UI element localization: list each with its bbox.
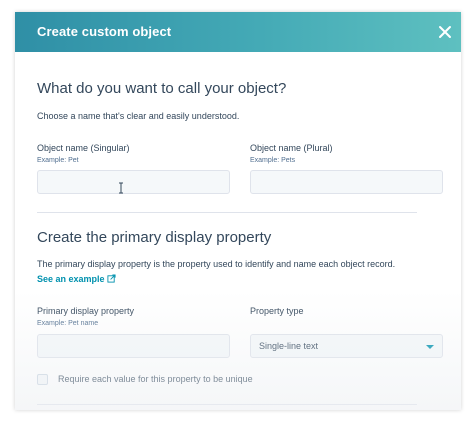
unique-value-label: Require each value for this property to … — [58, 374, 253, 384]
dialog-header: Create custom object — [15, 12, 461, 52]
plural-name-input[interactable] — [250, 170, 443, 194]
singular-name-label: Object name (Singular) — [37, 143, 130, 153]
plural-name-label: Object name (Plural) — [250, 143, 333, 153]
close-icon — [439, 26, 451, 38]
chevron-down-icon — [426, 345, 434, 349]
screen: Create custom object What do you want to… — [0, 0, 476, 425]
property-type-value: Single-line text — [259, 341, 319, 351]
see-an-example-link[interactable]: See an example — [37, 274, 116, 284]
singular-name-hint: Example: Pet — [37, 157, 79, 164]
naming-help-text: Choose a name that's clear and easily un… — [37, 111, 240, 121]
external-link-icon — [106, 274, 116, 283]
primary-display-property-hint: Example: Pet name — [37, 320, 99, 327]
create-custom-object-dialog: Create custom object What do you want to… — [15, 12, 461, 410]
primary-display-property-input[interactable] — [37, 334, 230, 358]
property-type-select[interactable]: Single-line text — [250, 334, 443, 358]
primary-display-property-label: Primary display property — [37, 306, 135, 316]
unique-value-checkbox[interactable] — [37, 374, 48, 385]
text-cursor-icon — [119, 182, 123, 194]
bottom-divider — [37, 404, 417, 405]
dialog-title: Create custom object — [37, 24, 172, 39]
display-property-help-text: The primary display property is the prop… — [37, 259, 396, 269]
property-type-label: Property type — [250, 306, 304, 316]
close-button[interactable] — [435, 22, 455, 42]
see-an-example-label: See an example — [37, 274, 105, 284]
plural-name-hint: Example: Pets — [250, 157, 296, 164]
section-divider — [37, 212, 417, 213]
singular-name-input[interactable] — [37, 170, 230, 194]
naming-heading: What do you want to call your object? — [37, 80, 287, 97]
display-property-heading: Create the primary display property — [37, 229, 272, 246]
